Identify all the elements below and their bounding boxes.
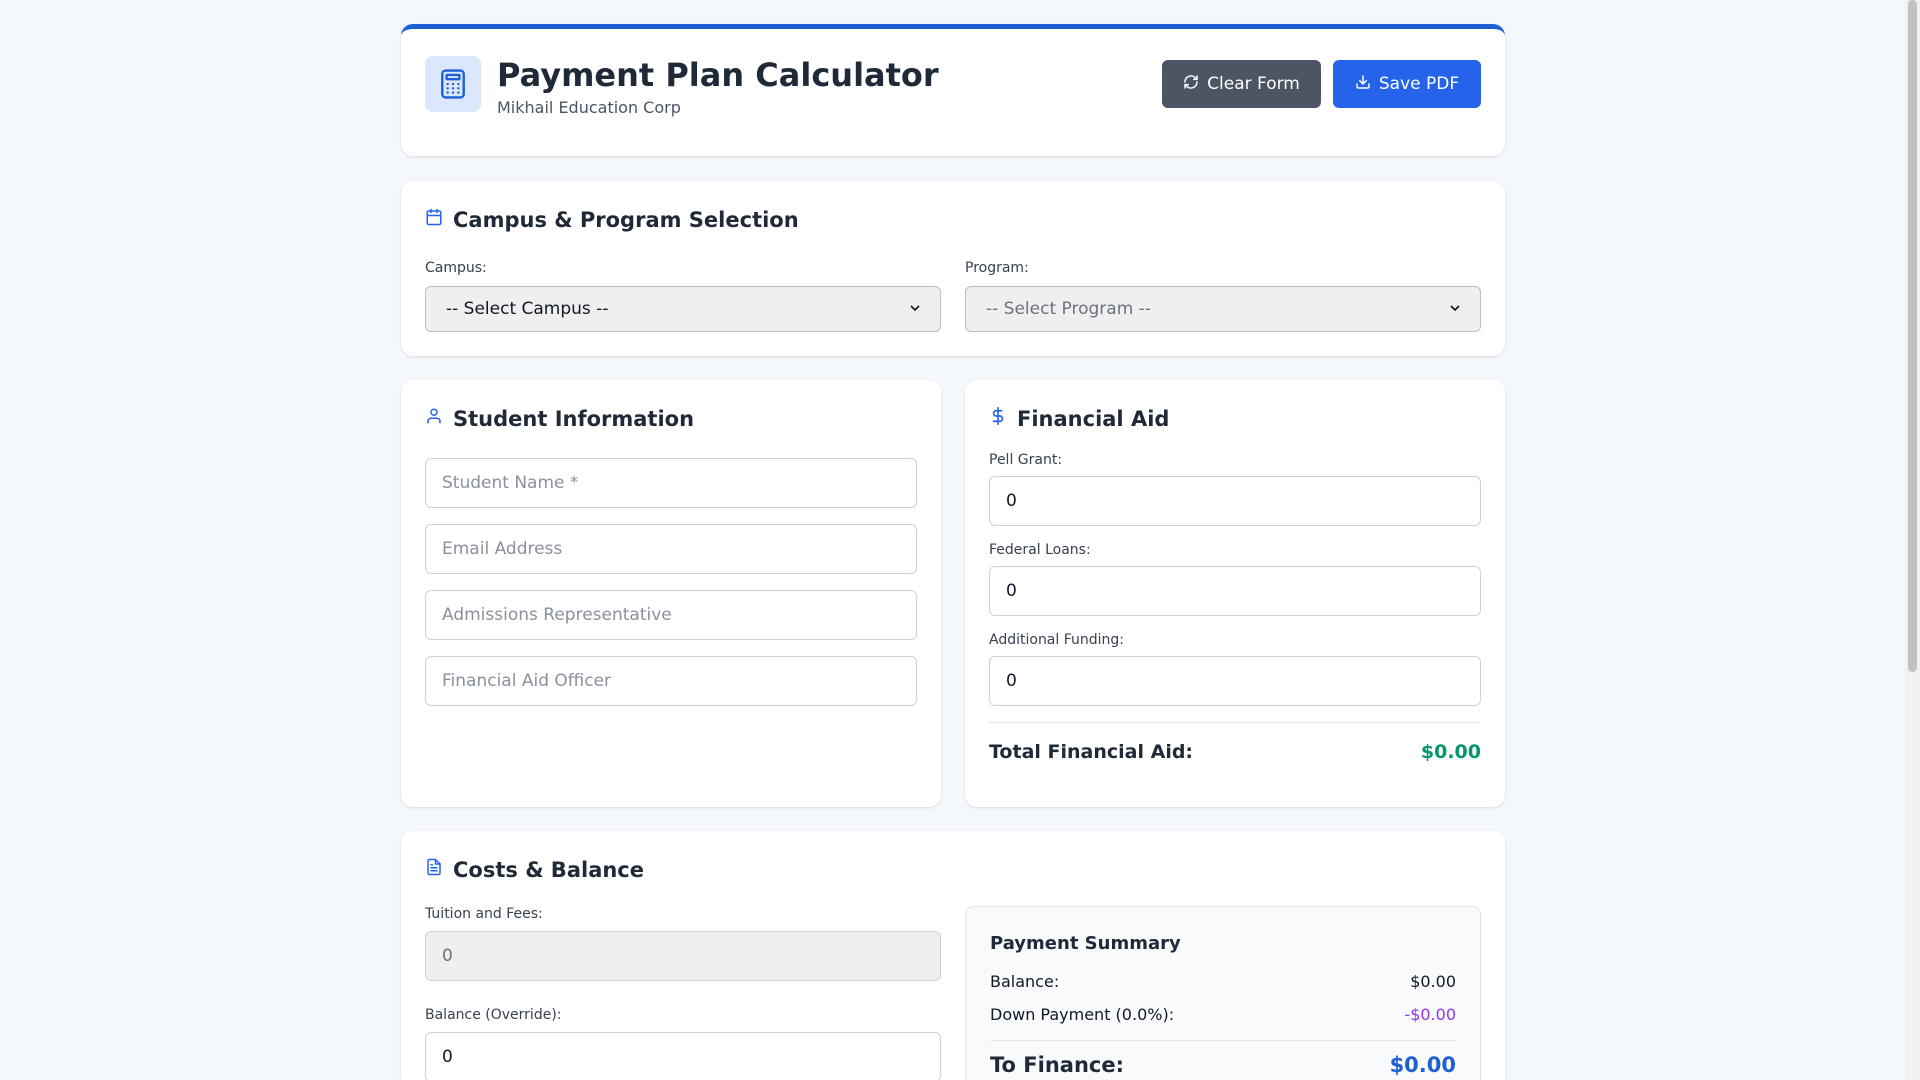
- student-section-heading: Student Information: [425, 406, 917, 431]
- scrollbar-thumb[interactable]: [1908, 0, 1917, 672]
- campus-select[interactable]: -- Select Campus --: [425, 286, 941, 332]
- summary-finance-label: To Finance:: [990, 1053, 1124, 1077]
- additional-funding-label: Additional Funding:: [989, 632, 1125, 648]
- vertical-scrollbar[interactable]: [1905, 0, 1920, 1080]
- summary-balance-value: $0.00: [1410, 972, 1456, 991]
- program-select[interactable]: -- Select Program --: [965, 286, 1481, 332]
- costs-balance-card: Costs & Balance Tuition and Fees: Balanc…: [401, 831, 1505, 1080]
- summary-divider: [990, 1040, 1456, 1041]
- program-select-value: -- Select Program --: [986, 299, 1151, 319]
- clear-form-label: Clear Form: [1207, 74, 1300, 94]
- campus-select-value: -- Select Campus --: [446, 299, 609, 319]
- program-label: Program:: [965, 260, 1029, 276]
- page-title: Payment Plan Calculator: [497, 56, 939, 94]
- summary-balance-row: Balance: $0.00: [990, 972, 1456, 991]
- download-icon: [1355, 74, 1371, 95]
- tuition-input: [425, 931, 941, 981]
- federal-loans-input[interactable]: [989, 566, 1481, 616]
- page-container: Payment Plan Calculator Mikhail Educatio…: [401, 24, 1505, 1080]
- payment-summary: Payment Summary Balance: $0.00 Down Paym…: [965, 906, 1481, 1080]
- costs-section-heading: Costs & Balance: [425, 857, 1481, 882]
- header-brand: Payment Plan Calculator Mikhail Educatio…: [425, 56, 939, 118]
- refresh-icon: [1183, 74, 1199, 95]
- header-actions: Clear Form Save PDF: [1162, 60, 1481, 108]
- summary-down-payment-value: -$0.00: [1404, 1005, 1456, 1024]
- campus-section-heading: Campus & Program Selection: [425, 207, 1481, 232]
- financial-aid-officer-input[interactable]: [425, 656, 917, 706]
- summary-title: Payment Summary: [990, 933, 1181, 954]
- additional-funding-input[interactable]: [989, 656, 1481, 706]
- header-card: Payment Plan Calculator Mikhail Educatio…: [401, 24, 1505, 156]
- aid-section-title: Financial Aid: [1017, 406, 1170, 431]
- save-pdf-label: Save PDF: [1378, 74, 1460, 94]
- chevron-down-icon: [1450, 302, 1460, 317]
- federal-loans-label: Federal Loans:: [989, 542, 1091, 558]
- document-icon: [425, 857, 443, 882]
- student-information-card: Student Information: [401, 380, 941, 807]
- campus-label: Campus:: [425, 260, 487, 276]
- dollar-icon: [989, 406, 1007, 431]
- admissions-rep-input[interactable]: [425, 590, 917, 640]
- summary-finance-value: $0.00: [1389, 1053, 1456, 1077]
- email-input[interactable]: [425, 524, 917, 574]
- summary-balance-label: Balance:: [990, 972, 1060, 991]
- total-aid-row: Total Financial Aid: $0.00: [989, 722, 1481, 763]
- campus-section-title: Campus & Program Selection: [453, 207, 799, 232]
- summary-finance-row: To Finance: $0.00: [990, 1053, 1456, 1077]
- aid-section-heading: Financial Aid: [989, 406, 1481, 431]
- save-pdf-button[interactable]: Save PDF: [1333, 60, 1481, 108]
- total-aid-label: Total Financial Aid:: [989, 741, 1194, 763]
- summary-down-payment-row: Down Payment (0.0%): -$0.00: [990, 1005, 1456, 1024]
- student-name-input[interactable]: [425, 458, 917, 508]
- balance-override-input[interactable]: [425, 1032, 941, 1080]
- costs-section-title: Costs & Balance: [453, 857, 644, 882]
- calendar-icon: [425, 207, 443, 232]
- campus-program-card: Campus & Program Selection Campus: -- Se…: [401, 181, 1505, 356]
- total-aid-value: $0.00: [1420, 741, 1481, 763]
- financial-aid-card: Financial Aid Pell Grant: Federal Loans:…: [965, 380, 1505, 807]
- tuition-label: Tuition and Fees:: [425, 906, 543, 922]
- summary-down-payment-label: Down Payment (0.0%):: [990, 1005, 1175, 1024]
- student-section-title: Student Information: [453, 406, 695, 431]
- pell-grant-input[interactable]: [989, 476, 1481, 526]
- balance-override-label: Balance (Override):: [425, 1007, 562, 1023]
- calculator-icon: [425, 56, 481, 112]
- company-name: Mikhail Education Corp: [497, 98, 681, 117]
- pell-grant-label: Pell Grant:: [989, 452, 1063, 468]
- chevron-down-icon: [910, 302, 920, 317]
- user-icon: [425, 406, 443, 431]
- clear-form-button[interactable]: Clear Form: [1162, 60, 1321, 108]
